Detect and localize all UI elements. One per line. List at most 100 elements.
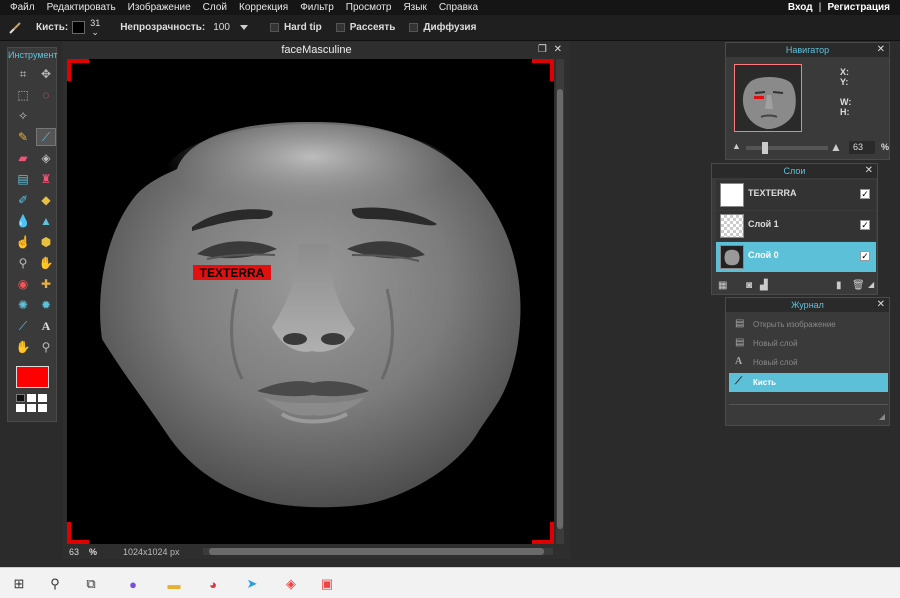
- vertical-scroll-thumb[interactable]: [557, 89, 563, 529]
- slack-like-app-icon[interactable]: ▣: [318, 575, 336, 593]
- dropper-icon[interactable]: 💧: [13, 212, 33, 230]
- eraser-icon[interactable]: ▰: [13, 149, 33, 167]
- move-icon[interactable]: ✥: [36, 65, 56, 83]
- red-eye-icon[interactable]: ◉: [13, 275, 33, 293]
- history-item[interactable]: ▤ Новый слой: [729, 334, 888, 353]
- open-image-icon: ▤: [735, 318, 745, 329]
- zoom-slider-handle[interactable]: [762, 142, 768, 154]
- layer-mask-icon[interactable]: ◙: [746, 280, 752, 291]
- scatter-checkbox[interactable]: [335, 23, 345, 32]
- magic-wand-icon[interactable]: ✧: [13, 107, 33, 125]
- diffusion-checkbox[interactable]: [409, 23, 419, 32]
- zoom-icon[interactable]: ⚲: [36, 338, 56, 356]
- menu-adjustment[interactable]: Коррекция: [233, 2, 294, 13]
- layer-visibility-checkbox[interactable]: ✓: [860, 220, 870, 230]
- hard-tip-checkbox[interactable]: [269, 23, 279, 32]
- telegram-icon[interactable]: ➤: [243, 575, 261, 593]
- menu-language[interactable]: Язык: [397, 2, 432, 13]
- close-icon[interactable]: ✕: [877, 43, 885, 57]
- spot-heal-icon[interactable]: ✚: [36, 275, 56, 293]
- zoom-slider[interactable]: [746, 146, 828, 150]
- sharpen-icon[interactable]: ▲: [36, 212, 56, 230]
- close-icon[interactable]: ✕: [865, 164, 873, 178]
- brush-size-stepper[interactable]: 31 ⌄: [90, 18, 100, 37]
- bucket-icon[interactable]: ◈: [36, 149, 56, 167]
- menu-edit[interactable]: Редактировать: [41, 2, 122, 13]
- gradient-icon[interactable]: ▤: [13, 170, 33, 188]
- menu-file[interactable]: Файл: [0, 2, 41, 13]
- smudge-icon[interactable]: ☝: [13, 233, 33, 251]
- color-replace-icon[interactable]: ✐: [13, 191, 33, 209]
- windows-start-icon[interactable]: ⊞: [10, 575, 28, 593]
- register-link[interactable]: Регистрация: [827, 2, 890, 13]
- layer-thumbnail: [720, 245, 744, 269]
- preset-black[interactable]: [16, 394, 25, 402]
- resize-handle-icon[interactable]: ◢: [868, 280, 874, 289]
- delete-layer-icon[interactable]: 🗑: [852, 280, 865, 291]
- navigator-zoom-input[interactable]: 63: [849, 141, 875, 154]
- layer-row[interactable]: TEXTERRA ✓: [716, 180, 876, 210]
- menu-image[interactable]: Изображение: [122, 2, 197, 13]
- search-icon[interactable]: ⚲: [46, 575, 64, 593]
- picker-icon[interactable]: ⟋: [13, 317, 33, 335]
- type-icon[interactable]: A: [36, 317, 56, 335]
- opacity-label: Непрозрачность:: [120, 22, 206, 33]
- menu-filter[interactable]: Фильтр: [294, 2, 340, 13]
- zoom-value[interactable]: 63: [69, 547, 79, 557]
- layer-visibility-checkbox[interactable]: ✓: [860, 189, 870, 199]
- preset-white-5[interactable]: [38, 404, 47, 412]
- menu-help[interactable]: Справка: [433, 2, 484, 13]
- preset-white-4[interactable]: [27, 404, 36, 412]
- image-canvas[interactable]: TEXTERRA: [67, 59, 554, 544]
- marquee-icon[interactable]: ⬚: [13, 86, 33, 104]
- layer-row-selected[interactable]: Слой 0 ✓: [716, 242, 876, 272]
- close-icon[interactable]: ✕: [877, 298, 885, 312]
- menu-layer[interactable]: Слой: [197, 2, 233, 13]
- crop-icon[interactable]: ⌗: [13, 65, 33, 83]
- w-label: W:: [840, 97, 852, 107]
- layer-visibility-checkbox[interactable]: ✓: [860, 251, 870, 261]
- bloat-icon[interactable]: ✺: [13, 296, 33, 314]
- shape-icon[interactable]: ◆: [36, 191, 56, 209]
- pixlr-app-icon[interactable]: ◈: [282, 575, 300, 593]
- brush-icon: [9, 21, 21, 34]
- stamp-icon[interactable]: ♜: [36, 170, 56, 188]
- brush-tool-icon[interactable]: ⟋: [36, 128, 56, 146]
- new-layer-icon[interactable]: ▮: [836, 280, 842, 291]
- hand-icon[interactable]: ✋: [13, 338, 33, 356]
- layer-row[interactable]: Слой 1 ✓: [716, 211, 876, 241]
- lasso-icon[interactable]: ◌: [36, 86, 56, 104]
- dodge-icon[interactable]: ✋: [36, 254, 56, 272]
- layer-settings-icon[interactable]: ▦: [718, 280, 727, 291]
- foreground-color-swatch[interactable]: [16, 366, 49, 388]
- opacity-value[interactable]: 100: [213, 22, 230, 33]
- zoom-in-icon[interactable]: ▲: [830, 140, 842, 154]
- opacity-dropdown-icon[interactable]: [239, 25, 248, 30]
- menu-view[interactable]: Просмотр: [340, 2, 398, 13]
- layer-styles-icon[interactable]: ▟: [760, 280, 768, 291]
- history-item[interactable]: A Новый слой: [729, 353, 888, 372]
- history-item-selected[interactable]: ⟋ Кисть: [729, 373, 888, 392]
- preset-white-2[interactable]: [38, 394, 47, 402]
- close-icon[interactable]: ✕: [554, 44, 562, 55]
- login-link[interactable]: Вход: [788, 2, 813, 13]
- restore-icon[interactable]: ❐: [538, 44, 547, 55]
- horizontal-scrollbar[interactable]: [203, 548, 553, 555]
- task-view-icon[interactable]: ⧉: [82, 575, 100, 593]
- navigator-thumbnail[interactable]: [734, 64, 802, 132]
- brush-color-swatch[interactable]: [72, 21, 86, 34]
- sponge-icon[interactable]: ⬢: [36, 233, 56, 251]
- pencil-icon[interactable]: ✎: [13, 128, 33, 146]
- horizontal-scroll-thumb[interactable]: [209, 548, 544, 555]
- chrome-icon[interactable]: ◕: [204, 575, 222, 593]
- pinch-icon[interactable]: ✹: [36, 296, 56, 314]
- resize-handle-icon[interactable]: ◢: [879, 412, 885, 421]
- burn-icon[interactable]: ⚲: [13, 254, 33, 272]
- preset-white-3[interactable]: [16, 404, 25, 412]
- zoom-out-icon[interactable]: ▲: [732, 141, 741, 151]
- file-explorer-icon[interactable]: ▬: [165, 575, 183, 593]
- history-item[interactable]: ▤ Открыть изображение: [729, 315, 888, 334]
- vertical-scrollbar[interactable]: [556, 59, 564, 544]
- alice-assistant-icon[interactable]: ●: [124, 575, 142, 593]
- preset-white-1[interactable]: [27, 394, 36, 402]
